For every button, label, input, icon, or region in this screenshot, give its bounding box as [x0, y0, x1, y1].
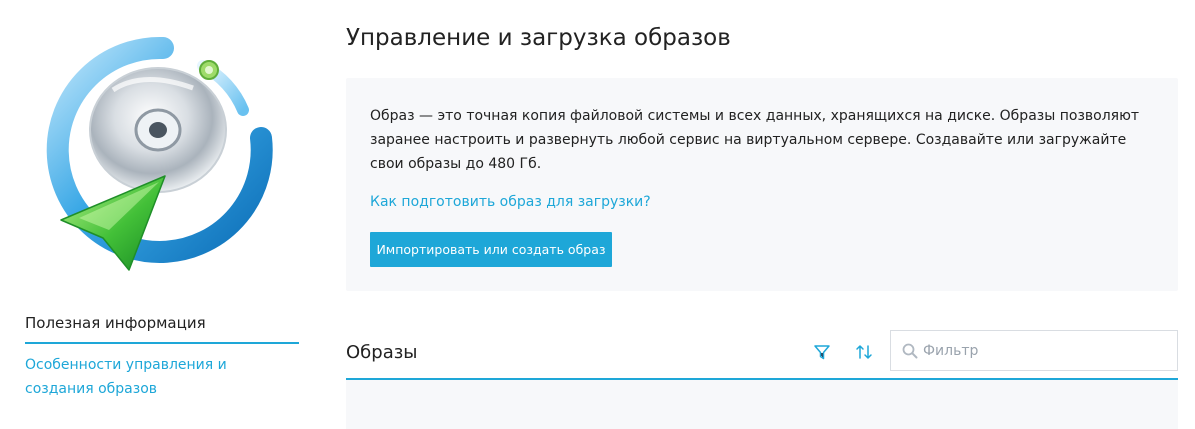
import-or-create-image-button[interactable]: Импортировать или создать образ: [370, 232, 612, 267]
page-title: Управление и загрузка образов: [346, 25, 731, 51]
images-description: Образ — это точная копия файловой систем…: [370, 108, 1140, 172]
sort-arrows-icon[interactable]: [854, 342, 874, 362]
prepare-image-link[interactable]: Как подготовить образ для загрузки?: [370, 194, 651, 210]
page: Полезная информация Особенности управлен…: [0, 0, 1195, 429]
search-icon: [902, 343, 918, 359]
info-panel: Образ — это точная копия файловой систем…: [346, 78, 1178, 291]
images-section-title: Образы: [346, 342, 418, 363]
filter-input[interactable]: [923, 331, 1173, 370]
filter-field[interactable]: [890, 330, 1178, 371]
sidebar-link-image-management[interactable]: Особенности управления и создания образо…: [25, 353, 299, 401]
funnel-icon[interactable]: [812, 342, 832, 362]
images-list: [346, 380, 1178, 429]
useful-info-heading: Полезная информация: [25, 314, 299, 344]
left-column: Полезная информация Особенности управлен…: [25, 0, 299, 429]
main-content: Управление и загрузка образов Образ — эт…: [346, 0, 1178, 429]
disc-upload-icon: [43, 30, 293, 280]
